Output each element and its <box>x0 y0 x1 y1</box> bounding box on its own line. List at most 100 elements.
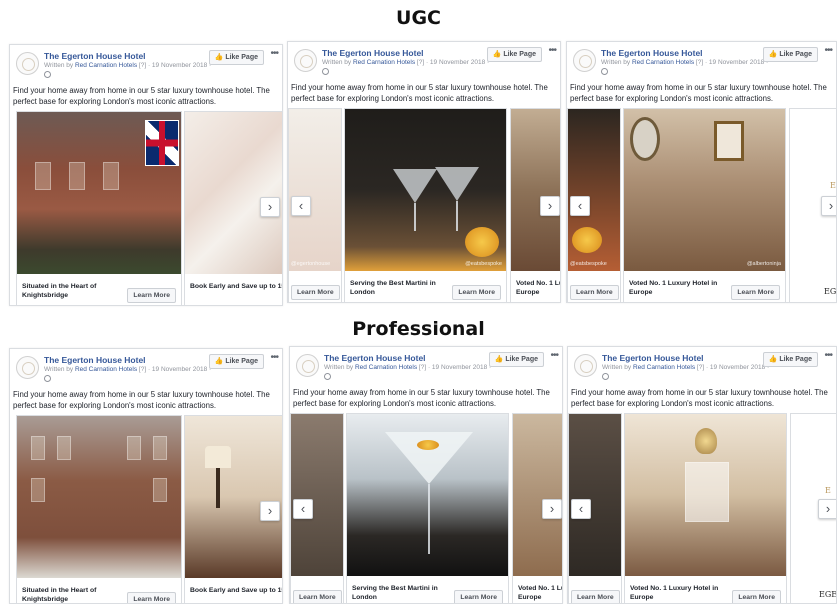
window <box>127 436 141 460</box>
teacup-photo <box>185 112 282 274</box>
like-page-label: Like Page <box>505 356 538 363</box>
photo-watermark: @eatsbespoke <box>570 261 607 267</box>
like-page-button[interactable]: 👍 Like Page <box>208 50 264 65</box>
martini-pour-photo: @eatsbespoke <box>345 109 506 271</box>
tile-caption: Book Early and Save up to 15% <box>190 283 283 290</box>
tile-caption: Situated in the Heart of Knightsbridge <box>22 587 97 603</box>
brand-link[interactable]: Red Carnation Hotels <box>355 364 417 371</box>
lounge-photo <box>511 109 560 271</box>
carousel-next-arrow[interactable]: › <box>540 196 560 216</box>
learn-more-button[interactable]: Learn More <box>291 285 340 300</box>
martini-glass <box>393 169 437 203</box>
lemon-slice <box>572 227 602 253</box>
more-options-icon[interactable]: ••• <box>550 350 558 361</box>
tile-caption: Serving the Best Martini in London <box>350 280 436 296</box>
carousel-prev-arrow[interactable]: ‹ <box>293 499 313 519</box>
more-options-icon[interactable]: ••• <box>270 352 278 363</box>
learn-more-button[interactable]: Learn More <box>293 590 342 603</box>
glass-stem <box>414 203 416 231</box>
carousel-tile[interactable]: Serving the Best Martini in London Learn… <box>346 413 509 603</box>
carousel-next-arrow[interactable]: › <box>260 197 280 217</box>
salon-photo <box>625 414 786 576</box>
brand-link[interactable]: Red Carnation Hotels <box>633 364 695 371</box>
more-options-icon[interactable]: ••• <box>270 48 278 59</box>
martini-glass <box>435 167 479 201</box>
brand-link[interactable]: Red Carnation Hotels <box>632 59 694 66</box>
pajamas-photo: @egertonhouse <box>289 109 341 271</box>
page-name-link[interactable]: The Egerton House Hotel <box>602 353 704 363</box>
pro-ad-card-3: The Egerton House Hotel Written by Red C… <box>567 346 837 604</box>
like-page-label: Like Page <box>225 358 258 365</box>
learn-more-button[interactable]: Learn More <box>454 590 503 603</box>
learn-more-button[interactable]: Learn More <box>127 288 176 303</box>
page-avatar[interactable] <box>294 49 317 72</box>
tile-caption: Book Early and Save up to 15% <box>190 587 283 594</box>
pro-ad-card-2: The Egerton House Hotel Written by Red C… <box>289 346 563 604</box>
carousel-tile[interactable]: @albertoninja Voted No. 1 Luxury Hotel i… <box>623 108 786 302</box>
tile-caption: Voted No. 1 Lu Europe <box>518 585 563 601</box>
like-page-button[interactable]: 👍 Like Page <box>486 47 542 62</box>
more-options-icon[interactable]: ••• <box>824 350 832 361</box>
carousel-prev-arrow[interactable]: ‹ <box>571 499 591 519</box>
ad-header: The Egerton House Hotel Written by Red C… <box>290 347 562 385</box>
page-avatar[interactable] <box>296 354 319 377</box>
carousel-next-arrow[interactable]: › <box>260 501 280 521</box>
meta-prefix: Written by <box>44 366 75 373</box>
window <box>103 162 119 190</box>
page-name-link[interactable]: The Egerton House Hotel <box>44 355 146 365</box>
more-options-icon[interactable]: ••• <box>824 45 832 56</box>
ad-body-text: Find your home away from home in our 5 s… <box>570 83 827 103</box>
learn-more-button[interactable]: Learn More <box>731 285 780 300</box>
logo-text: EGE <box>819 590 837 599</box>
page-name-link[interactable]: The Egerton House Hotel <box>322 48 424 58</box>
learn-more-button[interactable]: Learn More <box>732 590 781 603</box>
carousel-next-arrow[interactable]: › <box>821 196 836 216</box>
page-avatar[interactable] <box>573 49 596 72</box>
post-meta: Written by Red Carnation Hotels [?] · 19… <box>322 59 489 66</box>
globe-icon <box>601 68 608 75</box>
meta-date: [?] · 19 November 2018 · <box>695 364 770 371</box>
post-meta: Written by Red Carnation Hotels [?] · 19… <box>44 62 211 69</box>
learn-more-button[interactable]: Learn More <box>127 592 176 603</box>
ad-body-text: Find your home away from home in our 5 s… <box>293 388 550 408</box>
like-page-button[interactable]: 👍 Like Page <box>488 352 544 367</box>
brand-link[interactable]: Red Carnation Hotels <box>75 62 137 69</box>
bar-photo <box>569 414 621 576</box>
logo-tile: E <box>790 109 836 271</box>
page-name-link[interactable]: The Egerton House Hotel <box>601 48 703 58</box>
logo-tile: E <box>791 414 836 576</box>
globe-icon <box>44 71 51 78</box>
meta-date: [?] · 19 November 2018 · <box>417 364 492 371</box>
page-name-link[interactable]: The Egerton House Hotel <box>44 51 146 61</box>
martini-glass-photo <box>347 414 508 576</box>
ad-body-text: Find your home away from home in our 5 s… <box>291 83 548 103</box>
logo-mark: E <box>830 181 836 190</box>
learn-more-button[interactable]: Learn More <box>571 590 620 603</box>
photo-watermark: @eatsbespoke <box>465 261 502 267</box>
brand-link[interactable]: Red Carnation Hotels <box>353 59 415 66</box>
like-page-button[interactable]: 👍 Like Page <box>762 47 818 62</box>
like-page-label: Like Page <box>779 51 812 58</box>
carousel-tile[interactable]: Voted No. 1 Luxury Hotel in Europe Learn… <box>624 413 787 603</box>
learn-more-button[interactable]: Learn More <box>452 285 501 300</box>
page-avatar[interactable] <box>574 354 597 377</box>
brand-link[interactable]: Red Carnation Hotels <box>75 366 137 373</box>
carousel-tile[interactable]: Situated in the Heart of Knightsbridge L… <box>16 111 182 305</box>
learn-more-button[interactable]: Learn More <box>570 285 619 300</box>
like-page-button[interactable]: 👍 Like Page <box>762 352 818 367</box>
lemon-slice <box>465 227 499 257</box>
like-page-button[interactable]: 👍 Like Page <box>208 354 264 369</box>
page-avatar[interactable] <box>16 52 39 75</box>
carousel-prev-arrow[interactable]: ‹ <box>570 196 590 216</box>
hotel-facade-photo <box>17 112 181 274</box>
carousel-next-arrow[interactable]: › <box>542 499 562 519</box>
carousel-tile[interactable]: Situated in the Heart of Knightsbridge L… <box>16 415 182 603</box>
page-avatar[interactable] <box>16 356 39 379</box>
carousel-next-arrow[interactable]: › <box>818 499 836 519</box>
page-name-link[interactable]: The Egerton House Hotel <box>324 353 426 363</box>
meta-date: [?] · 19 November 2018 · <box>415 59 490 66</box>
more-options-icon[interactable]: ••• <box>548 45 556 56</box>
carousel-tile[interactable]: @eatsbespoke Serving the Best Martini in… <box>344 108 507 302</box>
carousel-prev-arrow[interactable]: ‹ <box>291 196 311 216</box>
post-meta: Written by Red Carnation Hotels [?] · 19… <box>601 59 768 66</box>
